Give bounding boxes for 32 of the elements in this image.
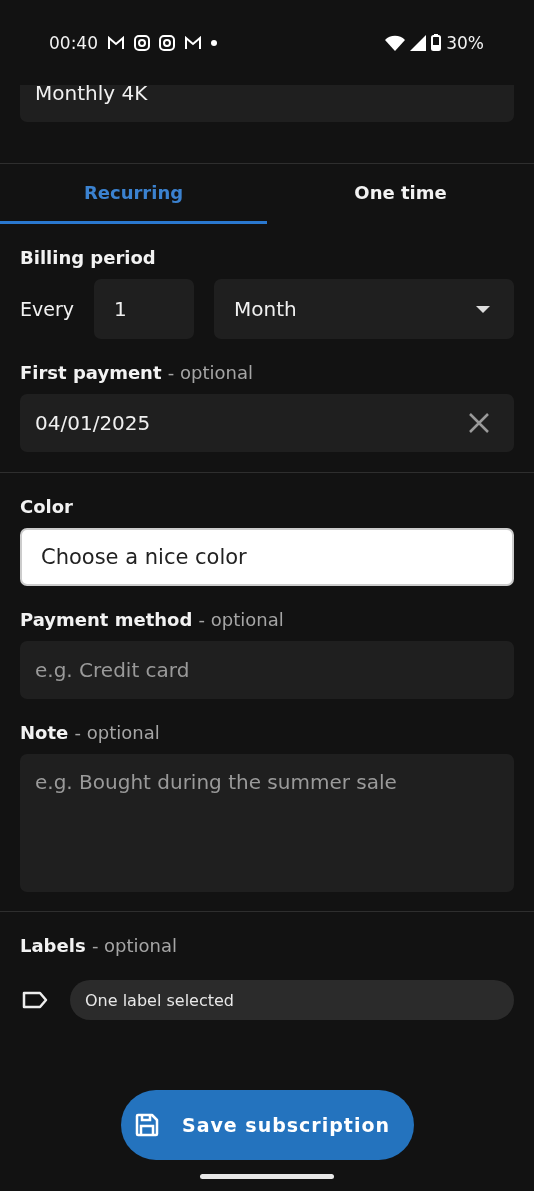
tab[interactable]: One time (267, 164, 534, 224)
dropdown-icon (476, 305, 490, 313)
color-field[interactable]: Choose a nice color (20, 528, 514, 586)
signal-icon (410, 34, 427, 51)
save-icon (133, 1112, 160, 1138)
field-label: Payment method - optional (20, 609, 285, 630)
field-label: Note - optional (20, 722, 161, 743)
field-label: First payment - optional (20, 362, 254, 383)
unit-dropdown[interactable]: Month (214, 279, 514, 339)
tag-icon (22, 991, 48, 1009)
labels-selector[interactable]: One label selected (70, 980, 514, 1020)
battery-level: 30% (446, 32, 484, 53)
camera-icon (159, 34, 175, 51)
wifi-icon (385, 34, 406, 51)
status-time: 00:40 (49, 32, 98, 53)
count-field[interactable]: 1 (94, 279, 194, 339)
save-button[interactable]: Save subscription (120, 1090, 414, 1160)
mail-icon (107, 35, 125, 50)
note-field[interactable]: e.g. Bought during the summer sale (20, 754, 514, 892)
camera-icon (134, 34, 150, 51)
payment-method-field[interactable]: e.g. Credit card (20, 641, 514, 699)
every-label: Every (20, 298, 74, 320)
battery-icon (431, 34, 442, 51)
field-label: Color (20, 496, 74, 517)
tab[interactable]: Recurring (0, 164, 267, 224)
date-field[interactable]: 04/01/2025 (20, 394, 514, 452)
dot-icon (211, 39, 217, 46)
name-field[interactable]: Monthly 4K (20, 85, 514, 122)
field-label: Billing period (20, 247, 157, 268)
close-icon[interactable] (468, 412, 490, 434)
field-label: Labels - optional (20, 935, 179, 956)
mail-icon (184, 35, 202, 50)
